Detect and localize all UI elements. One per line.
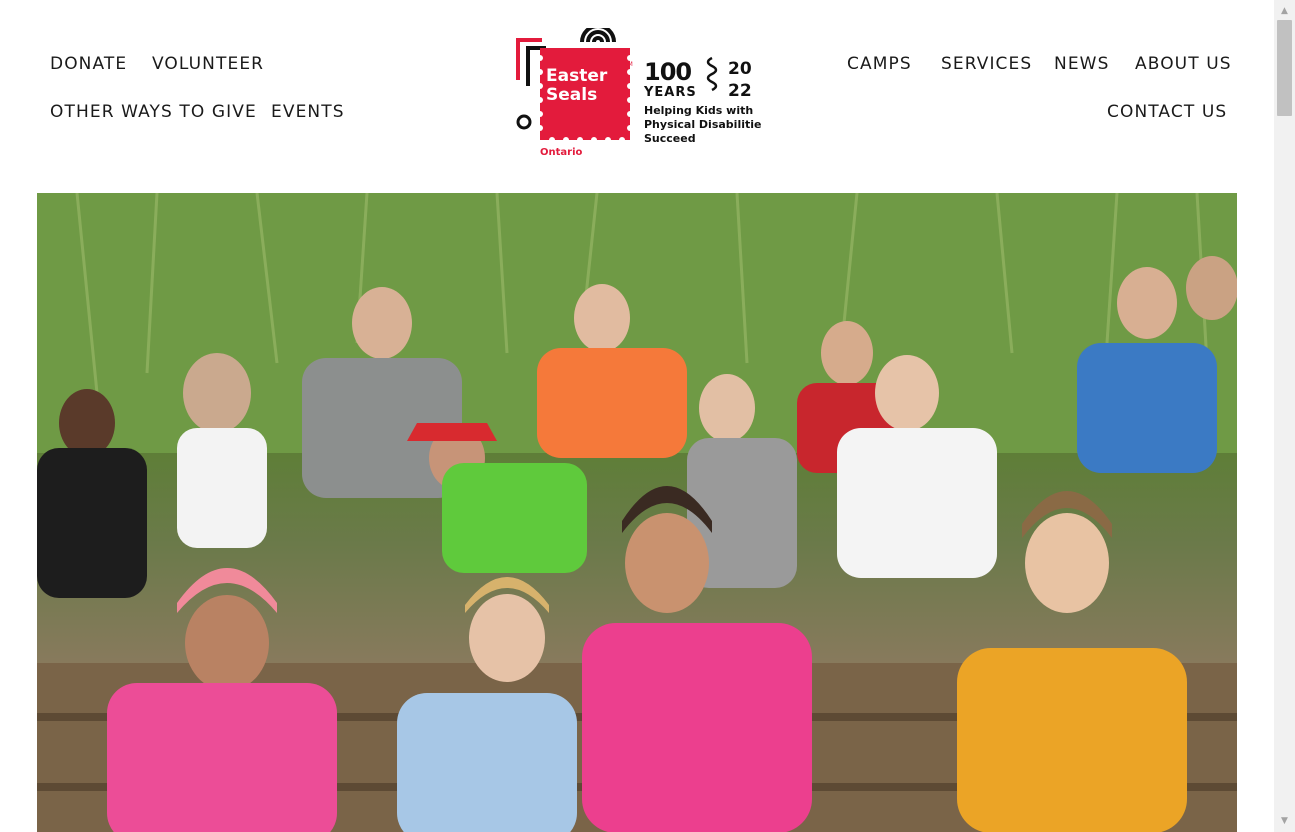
- logo-tagline-2: Physical Disabilities: [644, 118, 762, 131]
- hero-photo-illustration: [37, 193, 1237, 832]
- logo-year-top: 20: [728, 59, 752, 79]
- logo-tagline-1: Helping Kids with: [644, 104, 753, 117]
- nav-contact-us[interactable]: CONTACT US: [1107, 102, 1227, 122]
- nav-news[interactable]: NEWS: [1054, 54, 1109, 74]
- logo-graphic: Easter Seals TM Ontario 100 YEARS 20 22 …: [516, 28, 762, 158]
- vertical-scrollbar[interactable]: ▲ ▼: [1274, 0, 1295, 832]
- nav-services[interactable]: SERVICES: [941, 54, 1032, 74]
- logo-tagline-3: Succeed: [644, 132, 696, 145]
- nav-about-us[interactable]: ABOUT US: [1135, 54, 1232, 74]
- nav-events[interactable]: EVENTS: [271, 102, 345, 122]
- scrollbar-thumb[interactable]: [1277, 20, 1292, 116]
- nav-donate[interactable]: DONATE: [50, 54, 127, 74]
- scroll-down-arrow-icon[interactable]: ▼: [1274, 812, 1295, 830]
- nav-volunteer[interactable]: VOLUNTEER: [152, 54, 264, 74]
- logo-trademark: TM: [623, 61, 633, 68]
- logo-years-number: 100: [644, 58, 691, 86]
- scroll-up-arrow-icon[interactable]: ▲: [1274, 2, 1295, 20]
- logo-squiggle: [706, 56, 718, 92]
- logo-wheel: [516, 114, 532, 130]
- logo-region: Ontario: [540, 147, 583, 158]
- logo-brand-line1: Easter: [546, 66, 608, 86]
- logo-year-bottom: 22: [728, 81, 752, 101]
- hero-image: [37, 193, 1237, 832]
- nav-camps[interactable]: CAMPS: [847, 54, 912, 74]
- easter-seals-logo[interactable]: Easter Seals TM Ontario 100 YEARS 20 22 …: [512, 28, 762, 160]
- logo-brand-line2: Seals: [546, 85, 597, 105]
- nav-other-ways-to-give[interactable]: OTHER WAYS TO GIVE: [50, 102, 257, 122]
- page: DONATE VOLUNTEER OTHER WAYS TO GIVE EVEN…: [0, 0, 1274, 832]
- logo-years-word: YEARS: [643, 85, 697, 100]
- logo-arc-3: [592, 36, 604, 43]
